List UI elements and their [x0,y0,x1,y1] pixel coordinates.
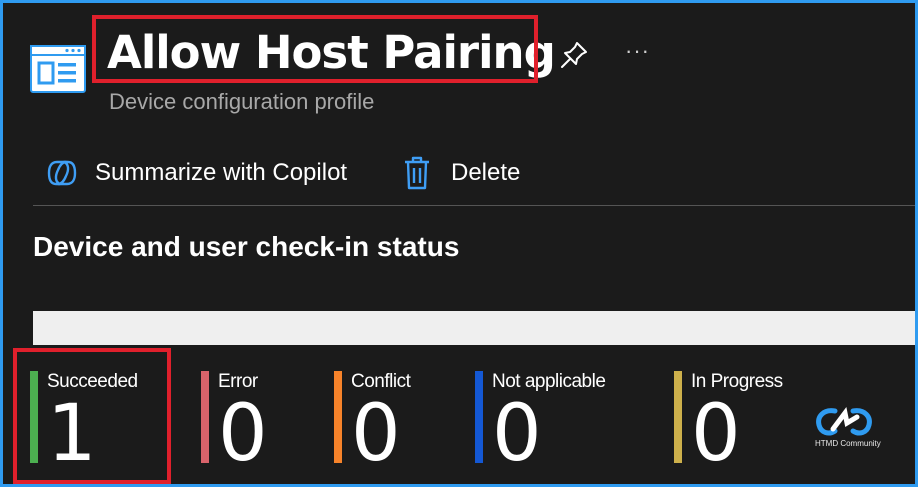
delete-button[interactable]: Delete [403,151,520,195]
status-count: 0 [691,389,741,479]
status-count: 0 [351,389,401,479]
copilot-icon [47,160,77,186]
status-color-bar [201,371,209,463]
title-highlight-box [92,15,538,83]
trash-icon [405,156,429,190]
status-color-bar [475,371,483,463]
watermark-text: HTMD Community [815,439,881,448]
window-frame: Allow Host Pairing ··· Device configurat… [0,0,918,487]
status-distribution-bar [33,311,915,345]
delete-label: Delete [451,159,521,186]
status-count: 0 [492,389,542,479]
copilot-label: Summarize with Copilot [95,159,348,186]
toolbar-divider [33,205,915,206]
section-title: Device and user check-in status [33,231,460,262]
status-color-bar [334,371,342,463]
summarize-copilot-button[interactable]: Summarize with Copilot [45,151,347,195]
status-count: 0 [218,389,268,479]
pin-icon[interactable] [558,39,590,71]
succeeded-highlight-box [13,348,171,484]
page-subtitle: Device configuration profile [109,89,375,114]
status-color-bar [674,371,682,463]
more-options-icon[interactable]: ··· [625,37,650,65]
profile-icon [30,45,86,93]
